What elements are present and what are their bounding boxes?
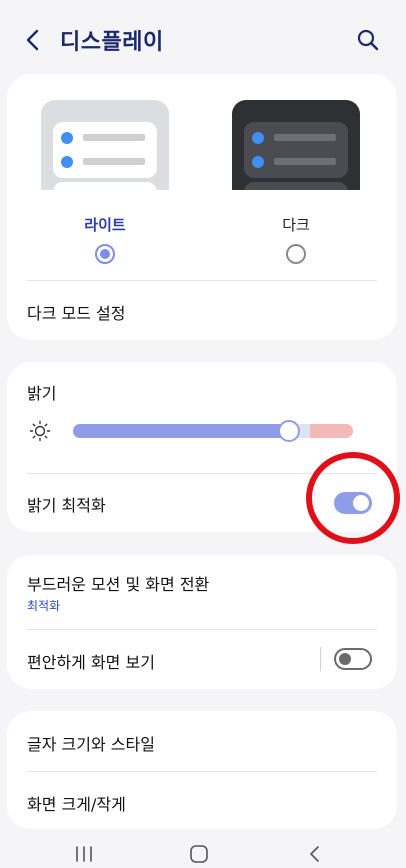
divider [27, 473, 377, 474]
preview-card [53, 182, 157, 190]
screen-zoom-item[interactable]: 화면 크게/작게 [27, 791, 126, 815]
toggle-knob [339, 653, 351, 665]
preview-card [244, 122, 348, 178]
preview-line [274, 134, 336, 141]
brightness-slider-thumb[interactable] [278, 420, 300, 442]
vertical-separator [320, 647, 321, 671]
light-theme-label[interactable]: 라이트 [65, 214, 145, 235]
preview-line [83, 158, 145, 165]
divider [27, 280, 377, 281]
text-card: 글자 크기와 스타일 화면 크게/작게 [7, 711, 397, 829]
divider [27, 629, 377, 630]
brightness-slider[interactable] [73, 424, 353, 438]
adaptive-brightness-label[interactable]: 밝기 최적화 [27, 492, 106, 516]
brightness-label: 밝기 [27, 384, 57, 403]
preview-card [244, 182, 348, 190]
page-title: 디스플레이 [60, 30, 164, 55]
chevron-left-icon[interactable] [22, 28, 46, 52]
eye-comfort-label[interactable]: 편안하게 화면 보기 [27, 649, 155, 673]
dark-mode-settings-item[interactable]: 다크 모드 설정 [27, 300, 126, 324]
motion-smoothness-item[interactable]: 부드러운 모션 및 화면 전환 [27, 571, 209, 595]
preview-dot [252, 132, 264, 144]
dark-theme-label[interactable]: 다크 [256, 214, 336, 235]
preview-dot [252, 156, 264, 168]
light-theme-radio[interactable] [95, 244, 115, 264]
theme-card: 라이트 다크 다크 모드 설정 [7, 74, 397, 340]
slider-fill [73, 424, 289, 438]
dark-theme-radio[interactable] [286, 244, 306, 264]
adaptive-brightness-toggle[interactable] [334, 492, 372, 514]
slider-extra-brightness [310, 424, 353, 438]
sun-icon [29, 420, 51, 442]
divider [27, 771, 377, 772]
search-icon[interactable] [356, 28, 380, 52]
eye-comfort-toggle[interactable] [334, 648, 372, 670]
toggle-knob [353, 495, 369, 511]
preview-line [83, 134, 145, 141]
navigation-bar [0, 838, 406, 868]
preview-line [274, 158, 336, 165]
preview-dot [61, 156, 73, 168]
recent-apps-icon[interactable] [72, 844, 96, 864]
dark-theme-preview[interactable] [232, 100, 360, 190]
back-icon[interactable] [303, 844, 327, 864]
light-theme-preview[interactable] [41, 100, 169, 190]
preview-card [53, 122, 157, 178]
motion-smoothness-value: 최적화 [27, 599, 61, 613]
brightness-card: 밝기 밝기 최적화 [7, 362, 397, 532]
motion-card: 부드러운 모션 및 화면 전환 최적화 편안하게 화면 보기 [7, 555, 397, 689]
home-icon[interactable] [187, 844, 211, 864]
app-header: 디스플레이 [0, 0, 406, 80]
preview-dot [61, 132, 73, 144]
font-size-style-item[interactable]: 글자 크기와 스타일 [27, 731, 155, 755]
